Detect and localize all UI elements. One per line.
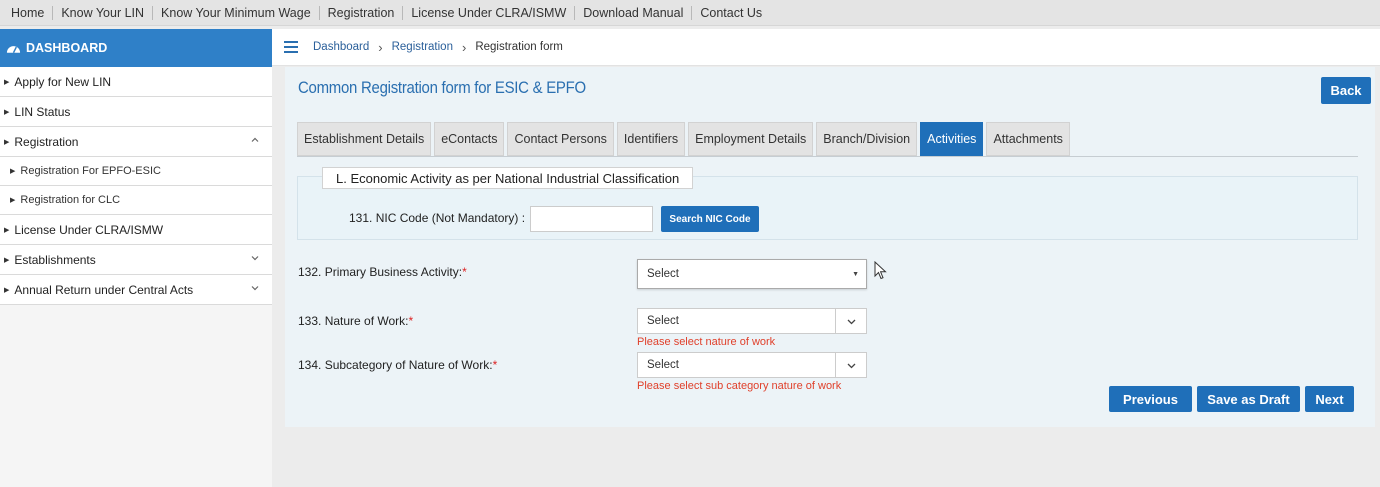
sidebar-item-lin-status[interactable]: ▶ LIN Status: [0, 97, 272, 127]
sidebar-item-label: Establishments: [14, 252, 96, 267]
breadcrumb-dashboard[interactable]: Dashboard: [313, 41, 369, 53]
tab-attachments[interactable]: Attachments: [986, 122, 1070, 156]
hamburger-menu-icon[interactable]: [284, 41, 298, 53]
tab-econtacts[interactable]: eContacts: [434, 122, 505, 156]
breadcrumb-registration[interactable]: Registration: [392, 41, 453, 53]
select-value: Select: [647, 359, 679, 371]
save-as-draft-button[interactable]: Save as Draft: [1197, 386, 1300, 412]
tab-employment-details[interactable]: Employment Details: [688, 122, 814, 156]
nature-of-work-select[interactable]: Select: [637, 308, 867, 334]
required-marker: *: [408, 314, 414, 328]
chevron-down-icon: [847, 363, 856, 369]
main-form-panel: Common Registration form for ESIC & EPFO…: [285, 67, 1375, 427]
primary-business-activity-select[interactable]: Select ▼: [637, 259, 867, 289]
search-nic-code-button[interactable]: Search NIC Code: [661, 206, 759, 232]
select-value: Select: [647, 315, 679, 327]
nav-contact-us[interactable]: Contact Us: [692, 6, 770, 20]
caret-right-icon: ▶: [4, 78, 10, 86]
sidebar-item-label: Annual Return under Central Acts: [14, 282, 194, 297]
nature-of-work-label: 133. Nature of Work:*: [298, 314, 413, 328]
subcategory-nature-of-work-error: Please select sub category nature of wor…: [637, 380, 842, 392]
sidebar-item-apply-new-lin[interactable]: ▶ Apply for New LIN: [0, 67, 272, 97]
sidebar-item-annual-return[interactable]: ▶ Annual Return under Central Acts: [0, 275, 272, 305]
breadcrumb: Dashboard › Registration › Registration …: [272, 29, 1380, 66]
nic-code-input[interactable]: [530, 206, 653, 232]
form-tabs: Establishment Details eContacts Contact …: [297, 122, 1358, 157]
caret-right-icon: ▶: [4, 108, 10, 116]
subcategory-nature-of-work-label: 134. Subcategory of Nature of Work:*: [298, 358, 497, 372]
nav-download-manual[interactable]: Download Manual: [575, 5, 693, 20]
caret-right-icon: ▶: [10, 168, 16, 175]
field-label-text: 134. Subcategory of Nature of Work:: [298, 358, 493, 372]
chevron-down-icon: [251, 286, 259, 291]
field-label-text: 132. Primary Business Activity:: [298, 265, 463, 279]
sidebar-item-label: License Under CLRA/ISMW: [14, 222, 164, 237]
sidebar-item-establishments[interactable]: ▶ Establishments: [0, 245, 272, 275]
breadcrumb-current: Registration form: [475, 41, 563, 53]
dashboard-header[interactable]: DASHBOARD: [0, 29, 272, 67]
chevron-down-icon: [251, 256, 259, 261]
nav-license-clra-ismw[interactable]: License Under CLRA/ISMW: [403, 5, 576, 20]
dashboard-gauge-icon: [6, 46, 21, 54]
tab-identifiers[interactable]: Identifiers: [616, 122, 686, 156]
sidebar-item-label: Registration For EPFO-ESIC: [20, 165, 161, 177]
nav-home[interactable]: Home: [3, 5, 54, 20]
chevron-down-icon: [847, 319, 856, 325]
subcategory-nature-of-work-select[interactable]: Select: [637, 352, 867, 378]
caret-right-icon: ▶: [4, 226, 10, 234]
tab-establishment-details[interactable]: Establishment Details: [297, 122, 432, 156]
tab-contact-persons[interactable]: Contact Persons: [507, 122, 614, 156]
next-button[interactable]: Next: [1305, 386, 1354, 412]
nav-know-your-minimum-wage[interactable]: Know Your Minimum Wage: [153, 5, 320, 20]
chevron-right-icon: ›: [378, 39, 383, 55]
caret-right-icon: ▶: [4, 138, 10, 146]
previous-button[interactable]: Previous: [1109, 386, 1192, 412]
required-marker: *: [462, 265, 467, 279]
sidebar-item-registration[interactable]: ▶ Registration: [0, 127, 272, 157]
sidebar-item-label: Registration for CLC: [20, 194, 121, 206]
sidebar: DASHBOARD ▶ Apply for New LIN ▶ LIN Stat…: [0, 29, 272, 487]
caret-right-icon: ▶: [4, 256, 10, 264]
sidebar-item-label: LIN Status: [14, 104, 71, 119]
sidebar-item-label: Apply for New LIN: [14, 74, 112, 89]
nic-code-label: 131. NIC Code (Not Mandatory) :: [349, 211, 526, 225]
dashboard-label: DASHBOARD: [26, 41, 108, 55]
mouse-pointer-icon: [874, 261, 887, 280]
chevron-right-icon: ›: [461, 39, 467, 55]
required-marker: *: [492, 358, 498, 372]
tab-activities[interactable]: Activities: [920, 122, 984, 156]
top-navigation: Home Know Your LIN Know Your Minimum Wag…: [0, 0, 1380, 26]
nature-of-work-error: Please select nature of work: [637, 336, 776, 348]
back-button[interactable]: Back: [1321, 77, 1371, 104]
page-title: Common Registration form for ESIC & EPFO: [298, 78, 586, 97]
sidebar-item-label: Registration: [14, 134, 79, 149]
sidebar-subitem-clc[interactable]: ▶ Registration for CLC: [0, 186, 272, 215]
primary-business-activity-label: 132. Primary Business Activity:*: [298, 265, 467, 279]
nav-registration[interactable]: Registration: [320, 5, 404, 20]
caret-right-icon: ▶: [10, 197, 16, 204]
field-label-text: 133. Nature of Work:: [298, 314, 409, 328]
section-legend: L. Economic Activity as per National Ind…: [322, 167, 694, 189]
sidebar-subitem-epfo-esic[interactable]: ▶ Registration For EPFO-ESIC: [0, 157, 272, 186]
tab-branch-division[interactable]: Branch/Division: [816, 122, 918, 156]
nav-know-your-lin[interactable]: Know Your LIN: [53, 5, 154, 20]
caret-down-icon: ▼: [852, 271, 859, 278]
sidebar-item-license-clra[interactable]: ▶ License Under CLRA/ISMW: [0, 215, 272, 245]
nic-section: L. Economic Activity as per National Ind…: [297, 167, 1358, 240]
caret-right-icon: ▶: [4, 286, 10, 294]
chevron-up-icon: [251, 137, 259, 142]
select-value: Select: [647, 268, 679, 280]
